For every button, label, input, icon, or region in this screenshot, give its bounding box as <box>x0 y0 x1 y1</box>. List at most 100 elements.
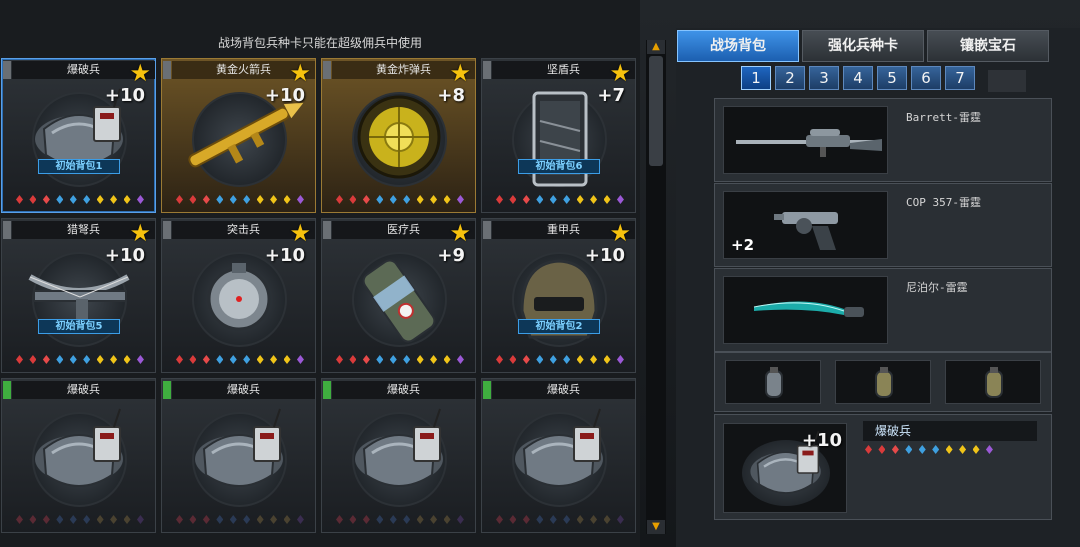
gem-icon <box>549 515 557 524</box>
gem-icon <box>509 515 517 524</box>
page-button-7[interactable]: 7 <box>945 66 975 90</box>
gem-icon <box>362 515 370 524</box>
gem-icon <box>549 195 557 204</box>
scroll-thumb[interactable] <box>649 56 663 166</box>
tab-2[interactable]: 强化兵种卡 <box>802 30 924 62</box>
card-12[interactable]: 爆破兵 <box>481 378 636 533</box>
page-button-4[interactable]: 4 <box>843 66 873 90</box>
equipped-card[interactable]: +10 爆破兵 <box>714 414 1052 520</box>
weapon-slot-2[interactable]: COP 357-雷霆 +2 <box>714 183 1052 267</box>
weapon-slot-3[interactable]: 尼泊尔-雷霆 <box>714 268 1052 352</box>
gem-icon <box>216 355 224 364</box>
card-3[interactable]: 黄金炸弹兵 ★ +8 <box>321 58 476 213</box>
card-6[interactable]: 突击兵 ★ +10 <box>161 218 316 373</box>
weapon-slot-1[interactable]: Barrett-雷霆 <box>714 98 1052 182</box>
gem-icon <box>430 355 438 364</box>
gem-icon <box>509 355 517 364</box>
card-gems <box>16 355 144 364</box>
card-gems <box>16 515 144 524</box>
gem-icon <box>416 355 424 364</box>
page-button-5[interactable]: 5 <box>877 66 907 90</box>
gem-icon <box>959 445 967 454</box>
gem-icon <box>283 515 291 524</box>
card-name: 爆破兵 <box>12 381 155 399</box>
gem-icon <box>403 515 411 524</box>
card-5[interactable]: 猎弩兵 ★ +10 初始背包5 <box>1 218 156 373</box>
card-flag <box>3 61 11 79</box>
gem-icon <box>563 195 571 204</box>
card-10[interactable]: 爆破兵 <box>161 378 316 533</box>
card-bag-label: 初始背包2 <box>518 319 600 334</box>
card-flag <box>323 381 331 399</box>
ammo-count: +2 <box>731 236 755 254</box>
gem-icon <box>96 515 104 524</box>
gem-icon <box>590 515 598 524</box>
gem-icon <box>945 445 953 454</box>
gem-icon <box>83 195 91 204</box>
gem-icon <box>522 515 530 524</box>
card-flag <box>323 221 331 239</box>
gem-icon <box>270 515 278 524</box>
card-gems <box>496 355 624 364</box>
card-11[interactable]: 爆破兵 <box>321 378 476 533</box>
sniper-icon <box>723 106 888 174</box>
card-7[interactable]: 医疗兵 ★ +9 <box>321 218 476 373</box>
flash-icon[interactable] <box>945 360 1041 404</box>
card-flag <box>483 381 491 399</box>
card-name: 爆破兵 <box>332 381 475 399</box>
gem-icon <box>270 195 278 204</box>
gem-icon <box>96 195 104 204</box>
card-flag <box>3 221 11 239</box>
gem-icon <box>283 355 291 364</box>
inventory-scrollbar[interactable]: ▲ ▼ <box>646 40 666 534</box>
card-4[interactable]: 坚盾兵 ★ +7 初始背包6 <box>481 58 636 213</box>
gem-icon <box>918 445 926 454</box>
game-window: 战场背包兵种卡只能在超级佣兵中使用 爆破兵 ★ +10 初始背包1 黄金火箭兵 ★ +10 黄… <box>0 0 1080 547</box>
card-gems <box>336 515 464 524</box>
tab-1[interactable]: 战场背包 <box>677 30 799 62</box>
gem-icon <box>29 515 37 524</box>
weapon-name: Barrett-雷霆 <box>906 111 981 124</box>
page-button-6[interactable]: 6 <box>911 66 941 90</box>
page-button-1[interactable]: 1 <box>741 66 771 90</box>
gem-icon <box>603 195 611 204</box>
gem-icon <box>123 355 131 364</box>
gem-icon <box>376 195 384 204</box>
gem-icon <box>616 195 624 204</box>
card-1[interactable]: 爆破兵 ★ +10 初始背包1 <box>1 58 156 213</box>
card-gems <box>496 515 624 524</box>
card-2[interactable]: 黄金火箭兵 ★ +10 <box>161 58 316 213</box>
card-8[interactable]: 重甲兵 ★ +10 初始背包2 <box>481 218 636 373</box>
page-button-2[interactable]: 2 <box>775 66 805 90</box>
card-gems <box>176 355 304 364</box>
scroll-up-icon[interactable]: ▲ <box>647 40 665 54</box>
card-bag-label: 初始背包6 <box>518 159 600 174</box>
gem-icon <box>202 355 210 364</box>
gem-icon <box>216 515 224 524</box>
gem-icon <box>456 355 464 364</box>
tab-3[interactable]: 镶嵌宝石 <box>927 30 1049 62</box>
grenade-icon[interactable] <box>725 360 821 404</box>
gem-icon <box>216 195 224 204</box>
gem-icon <box>349 195 357 204</box>
gem-icon <box>69 515 77 524</box>
gem-icon <box>403 355 411 364</box>
gem-icon <box>136 195 144 204</box>
gem-icon <box>136 515 144 524</box>
scroll-down-icon[interactable]: ▼ <box>647 520 665 534</box>
card-gems <box>496 195 624 204</box>
smoke-icon[interactable] <box>835 360 931 404</box>
gem-icon <box>110 515 118 524</box>
gem-icon <box>256 195 264 204</box>
page-arrows[interactable] <box>988 70 1026 92</box>
card-level: +10 <box>104 245 145 266</box>
card-9[interactable]: 爆破兵 <box>1 378 156 533</box>
gem-icon <box>69 195 77 204</box>
gem-icon <box>56 355 64 364</box>
equipped-card-name: 爆破兵 <box>863 421 1037 441</box>
gem-icon <box>229 355 237 364</box>
page-button-3[interactable]: 3 <box>809 66 839 90</box>
gem-icon <box>891 445 899 454</box>
gem-icon <box>496 195 503 204</box>
card-flag <box>323 61 331 79</box>
